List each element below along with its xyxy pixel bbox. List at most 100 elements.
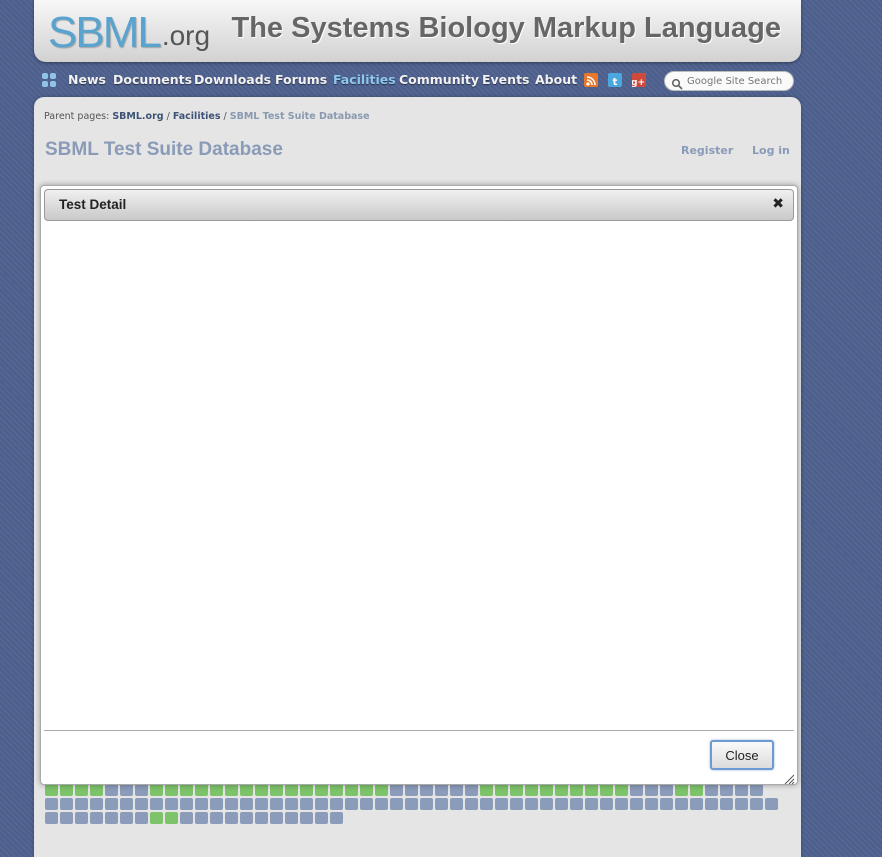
test-cell[interactable]: [135, 812, 148, 824]
test-cell[interactable]: [630, 784, 643, 796]
test-cell-pass[interactable]: [360, 784, 373, 796]
test-cell[interactable]: [90, 812, 103, 824]
nav-events[interactable]: Events: [482, 72, 529, 87]
test-cell[interactable]: [165, 798, 178, 810]
test-cell-pass[interactable]: [555, 784, 568, 796]
test-cell[interactable]: [225, 798, 238, 810]
test-cell[interactable]: [480, 798, 493, 810]
test-cell[interactable]: [225, 812, 238, 824]
test-cell[interactable]: [405, 784, 418, 796]
test-cell-pass[interactable]: [600, 784, 613, 796]
test-cell[interactable]: [720, 798, 733, 810]
test-cell[interactable]: [240, 812, 253, 824]
test-cell[interactable]: [660, 798, 673, 810]
test-cell[interactable]: [630, 798, 643, 810]
test-cell-pass[interactable]: [90, 784, 103, 796]
test-cell-pass[interactable]: [495, 784, 508, 796]
test-cell[interactable]: [555, 798, 568, 810]
test-cell[interactable]: [720, 784, 733, 796]
breadcrumb-link-facilities[interactable]: Facilities: [173, 111, 221, 122]
test-cell[interactable]: [285, 798, 298, 810]
test-cell-pass[interactable]: [615, 784, 628, 796]
test-cell[interactable]: [510, 798, 523, 810]
dialog-titlebar[interactable]: Test Detail ✖: [44, 189, 794, 221]
test-cell-pass[interactable]: [675, 784, 688, 796]
test-cell[interactable]: [135, 798, 148, 810]
test-cell-pass[interactable]: [195, 784, 208, 796]
test-cell[interactable]: [270, 812, 283, 824]
test-cell[interactable]: [75, 798, 88, 810]
test-cell-pass[interactable]: [270, 784, 283, 796]
test-cell-pass[interactable]: [330, 784, 343, 796]
test-cell[interactable]: [450, 798, 463, 810]
test-cell[interactable]: [750, 784, 763, 796]
test-cell-pass[interactable]: [60, 784, 73, 796]
register-link[interactable]: Register: [681, 144, 733, 157]
test-cell[interactable]: [120, 798, 133, 810]
test-cell[interactable]: [120, 784, 133, 796]
test-cell[interactable]: [210, 812, 223, 824]
test-cell[interactable]: [360, 798, 373, 810]
test-cell[interactable]: [270, 798, 283, 810]
test-cell[interactable]: [450, 784, 463, 796]
test-cell[interactable]: [135, 784, 148, 796]
test-cell[interactable]: [45, 812, 58, 824]
test-cell[interactable]: [390, 798, 403, 810]
test-cell[interactable]: [465, 798, 478, 810]
test-cell[interactable]: [420, 798, 433, 810]
test-cell[interactable]: [300, 812, 313, 824]
test-cell[interactable]: [525, 798, 538, 810]
test-cell[interactable]: [345, 798, 358, 810]
test-cell-pass[interactable]: [570, 784, 583, 796]
site-search[interactable]: [664, 71, 794, 91]
test-cell[interactable]: [435, 784, 448, 796]
test-cell[interactable]: [195, 812, 208, 824]
test-cell[interactable]: [315, 798, 328, 810]
test-cell[interactable]: [255, 812, 268, 824]
test-cell-pass[interactable]: [45, 784, 58, 796]
test-cell[interactable]: [690, 798, 703, 810]
nav-news[interactable]: News: [68, 72, 106, 87]
test-cell[interactable]: [105, 812, 118, 824]
test-cell[interactable]: [60, 798, 73, 810]
test-cell[interactable]: [105, 798, 118, 810]
nav-documents[interactable]: Documents: [113, 72, 192, 87]
test-cell-pass[interactable]: [540, 784, 553, 796]
test-cell[interactable]: [405, 798, 418, 810]
test-cell-pass[interactable]: [525, 784, 538, 796]
nav-facilities[interactable]: Facilities: [333, 72, 396, 87]
test-cell[interactable]: [105, 784, 118, 796]
test-cell[interactable]: [390, 784, 403, 796]
nav-community[interactable]: Community: [399, 72, 479, 87]
nav-about[interactable]: About: [535, 72, 577, 87]
test-cell[interactable]: [330, 798, 343, 810]
test-cell-pass[interactable]: [585, 784, 598, 796]
test-cell[interactable]: [120, 812, 133, 824]
close-button[interactable]: Close: [710, 740, 774, 770]
test-cell[interactable]: [300, 798, 313, 810]
test-cell-pass[interactable]: [210, 784, 223, 796]
test-cell-pass[interactable]: [480, 784, 493, 796]
nav-downloads[interactable]: Downloads: [194, 72, 271, 87]
test-cell-pass[interactable]: [165, 812, 178, 824]
test-cell[interactable]: [375, 798, 388, 810]
test-cell-pass[interactable]: [150, 812, 163, 824]
test-cell-pass[interactable]: [255, 784, 268, 796]
test-cell-pass[interactable]: [285, 784, 298, 796]
login-link[interactable]: Log in: [752, 144, 790, 157]
search-input[interactable]: [687, 73, 787, 89]
nav-forums[interactable]: Forums: [275, 72, 327, 87]
test-cell[interactable]: [195, 798, 208, 810]
resize-grip-icon[interactable]: [783, 770, 795, 785]
twitter-icon[interactable]: t: [608, 73, 622, 88]
test-cell-pass[interactable]: [375, 784, 388, 796]
test-cell-pass[interactable]: [300, 784, 313, 796]
test-cell[interactable]: [540, 798, 553, 810]
test-cell[interactable]: [180, 798, 193, 810]
test-cell[interactable]: [75, 812, 88, 824]
test-cell-pass[interactable]: [510, 784, 523, 796]
test-cell[interactable]: [465, 784, 478, 796]
test-cell[interactable]: [180, 812, 193, 824]
test-cell-pass[interactable]: [345, 784, 358, 796]
test-cell-pass[interactable]: [75, 784, 88, 796]
